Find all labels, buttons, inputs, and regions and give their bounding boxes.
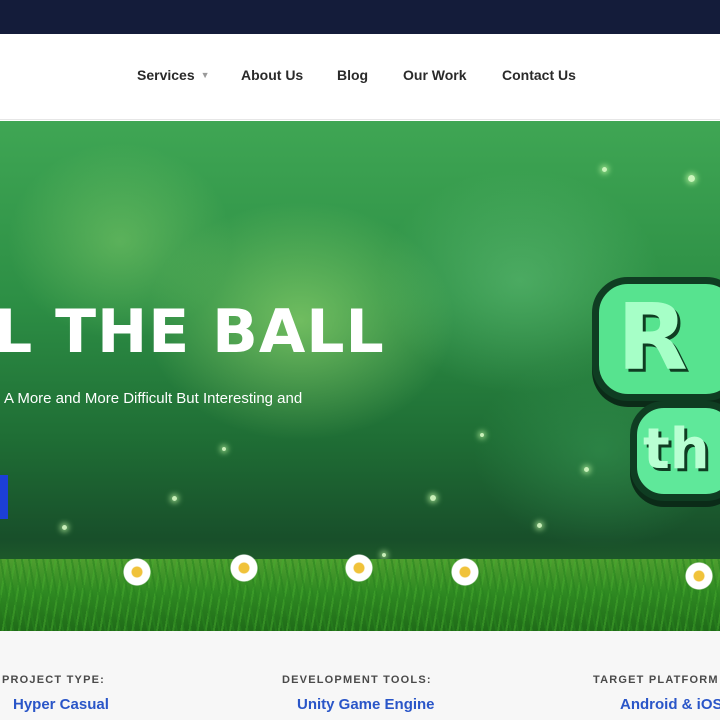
nav-contact-us[interactable]: Contact Us	[502, 67, 576, 83]
sparkle	[602, 167, 607, 172]
target-platform-label: TARGET PLATFORM	[593, 674, 719, 686]
nav-services-label: Services	[137, 67, 195, 83]
nav-services[interactable]: Services ▼	[137, 67, 210, 83]
nav-about-us[interactable]: About Us	[241, 67, 303, 83]
daisy-flower	[684, 561, 714, 591]
sparkle	[480, 433, 484, 437]
daisy-flower	[450, 557, 480, 587]
nav-blog[interactable]: Blog	[337, 67, 368, 83]
hero-subtitle: A More and More Difficult But Interestin…	[4, 390, 303, 407]
nav-our-work[interactable]: Our Work	[403, 67, 467, 83]
sparkle	[584, 467, 589, 472]
main-nav: Services ▼ About Us Blog Our Work Contact…	[0, 34, 720, 120]
project-info-bar: PROJECT TYPE: Hyper Casual DEVELOPMENT T…	[0, 631, 720, 720]
top-bar	[0, 0, 720, 34]
game-logo-text: R	[617, 284, 688, 391]
sparkle	[222, 447, 226, 451]
project-type-label: PROJECT TYPE:	[2, 674, 106, 686]
daisy-flower	[344, 553, 374, 583]
game-logo-text-secondary: th	[643, 417, 710, 482]
sparkle	[62, 525, 67, 530]
sparkle	[688, 175, 695, 182]
sparkle	[172, 496, 177, 501]
target-platform-value: Android & iOS	[620, 696, 720, 713]
daisy-flower	[229, 553, 259, 583]
daisy-flower	[122, 557, 152, 587]
chevron-down-icon: ▼	[200, 70, 210, 80]
project-type-value: Hyper Casual	[13, 696, 109, 713]
development-tools-label: DEVELOPMENT TOOLS:	[282, 674, 432, 686]
game-logo-badge: R	[592, 277, 720, 401]
development-tools-value: Unity Game Engine	[297, 696, 435, 713]
game-logo-badge-secondary: th	[630, 401, 720, 501]
sparkle	[537, 523, 542, 528]
hero-banner: L THE BALL A More and More Difficult But…	[0, 121, 720, 631]
hero-title: L THE BALL	[0, 297, 385, 367]
sparkle	[382, 553, 386, 557]
hero-cta-button[interactable]	[0, 475, 8, 519]
sparkle	[430, 495, 436, 501]
